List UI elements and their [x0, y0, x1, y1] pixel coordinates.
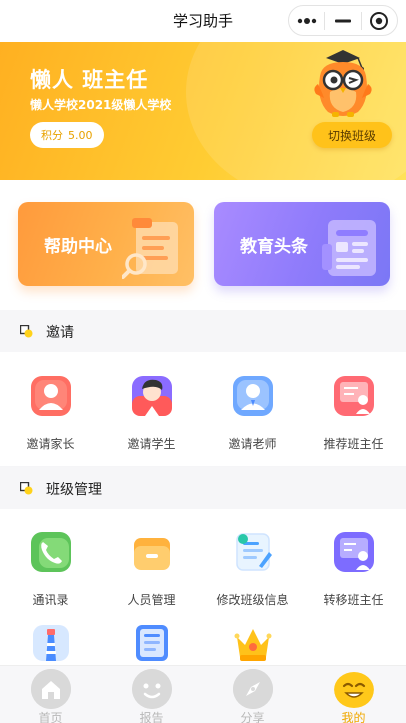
feature-cards: 帮助中心 教育头条	[0, 180, 406, 310]
tab-label: 报告	[139, 711, 164, 723]
section-square-icon	[20, 325, 33, 338]
item-label: 通讯录	[32, 593, 69, 607]
section-square-icon	[20, 482, 33, 495]
invite-student-item[interactable]: 邀请学生	[101, 374, 202, 474]
transfer-head-teacher-item[interactable]: 转移班主任	[303, 530, 404, 630]
minus-icon	[334, 19, 351, 22]
minimize-button[interactable]	[325, 6, 360, 35]
compass-icon	[233, 669, 273, 709]
item-label: 人员管理	[127, 593, 176, 607]
points-badge[interactable]: 积分 5.00	[30, 122, 104, 148]
crown-icon	[234, 629, 272, 661]
item-label: 转移班主任	[323, 593, 384, 607]
points-label: 积分	[41, 129, 63, 142]
mini-program-capsule	[288, 5, 398, 36]
class-management-grid: 通讯录 人员管理 修改班级信息 转移班主任	[0, 509, 406, 669]
document-search-icon	[122, 218, 178, 279]
switch-class-button[interactable]: 切换班级	[312, 122, 392, 148]
folder-icon	[134, 538, 170, 570]
item-label: 邀请学生	[127, 437, 176, 451]
card-label: 教育头条	[240, 237, 308, 257]
smiley-icon	[334, 672, 374, 708]
item-label: 邀请老师	[228, 437, 277, 451]
more-dots-icon	[297, 17, 316, 24]
item-label: 修改班级信息	[216, 593, 289, 607]
tab-share[interactable]: 分享	[202, 666, 303, 723]
lighthouse-icon	[33, 625, 69, 661]
school-class: 懒人学校2021级懒人学校	[30, 98, 172, 112]
item-label: 邀请家长	[26, 437, 75, 451]
contacts-item[interactable]: 通讯录	[0, 530, 101, 630]
home-icon	[31, 669, 71, 709]
tab-report[interactable]: 报告	[101, 666, 202, 723]
bottom-tab-bar: 首页 报告 分享 我的	[0, 665, 406, 723]
class-management-section-header: 班级管理	[0, 467, 406, 509]
item-label: 推荐班主任	[323, 437, 384, 451]
notebook-icon	[136, 625, 168, 661]
education-news-card[interactable]: 教育头条	[214, 202, 390, 286]
parent-avatar-icon	[31, 376, 71, 416]
tab-mine[interactable]: 我的	[303, 666, 404, 723]
app-page: 学习助手 懒人 班主任 懒人学校2021级懒人学校 积分 5.00 切换班级 帮…	[0, 0, 406, 723]
invite-section-header: 邀请	[0, 310, 406, 352]
section-title: 班级管理	[46, 482, 102, 498]
top-nav-bar: 学习助手	[0, 0, 406, 42]
help-center-card[interactable]: 帮助中心	[18, 202, 194, 286]
tab-label: 我的	[341, 711, 366, 723]
tab-label: 分享	[240, 711, 265, 723]
more-menu-button[interactable]	[289, 6, 324, 35]
edit-document-icon	[236, 533, 272, 571]
owl-mascot-icon	[314, 50, 372, 117]
face-icon	[132, 669, 172, 709]
close-program-button[interactable]	[362, 6, 397, 35]
tab-label: 首页	[38, 711, 63, 723]
card-label: 帮助中心	[44, 237, 112, 257]
phone-icon	[31, 532, 71, 572]
invite-teacher-item[interactable]: 邀请老师	[202, 374, 303, 474]
recommend-head-teacher-item[interactable]: 推荐班主任	[303, 374, 404, 474]
invite-parent-item[interactable]: 邀请家长	[0, 374, 101, 474]
tab-home[interactable]: 首页	[0, 666, 101, 723]
invite-grid: 邀请家长 邀请学生 邀请老师 推荐班主任	[0, 352, 406, 466]
newspaper-icon	[322, 220, 376, 276]
teacher-avatar-icon	[233, 376, 273, 416]
blackboard-teacher-icon	[334, 376, 374, 416]
student-avatar-icon	[132, 376, 172, 416]
edit-class-info-item[interactable]: 修改班级信息	[202, 530, 303, 630]
transfer-teacher-icon	[334, 532, 374, 572]
points-value: 5.00	[68, 128, 93, 142]
target-circle-icon	[370, 11, 389, 30]
section-title: 邀请	[46, 325, 74, 341]
user-name: 懒人 班主任	[30, 68, 149, 92]
profile-banner: 懒人 班主任 懒人学校2021级懒人学校 积分 5.00 切换班级	[0, 42, 406, 180]
member-management-item[interactable]: 人员管理	[101, 530, 202, 630]
